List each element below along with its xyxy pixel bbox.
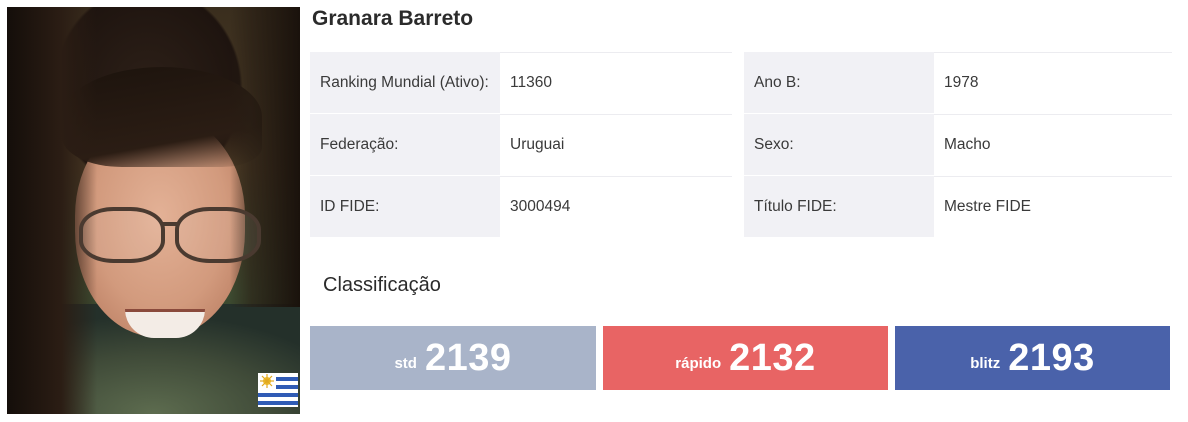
player-info-table: Ranking Mundial (Ativo): 11360 Ano B: 19… <box>310 52 1172 238</box>
std-rating-badge[interactable]: std 2139 <box>310 326 596 390</box>
blitz-rating-label: blitz <box>970 354 1001 372</box>
sex-label: Sexo: <box>744 114 934 175</box>
rapid-rating-value: 2132 <box>729 336 816 379</box>
std-rating-value: 2139 <box>424 336 512 379</box>
player-photo <box>7 7 300 414</box>
sex-value: Macho <box>934 114 1172 175</box>
uruguay-flag-icon <box>258 373 298 407</box>
std-rating-label: std <box>394 354 417 372</box>
fide-id-label: ID FIDE: <box>310 176 500 237</box>
info-row: Federação: Uruguai Sexo: Macho <box>310 114 1172 176</box>
birth-year-value: 1978 <box>934 52 1172 113</box>
info-row: Ranking Mundial (Ativo): 11360 Ano B: 19… <box>310 52 1172 114</box>
player-name: Granara Barreto <box>312 7 474 30</box>
fide-title-label: Título FIDE: <box>744 176 934 237</box>
info-row: ID FIDE: 3000494 Título FIDE: Mestre FID… <box>310 176 1172 238</box>
blitz-rating-value: 2193 <box>1008 336 1095 379</box>
fide-id-value: 3000494 <box>500 176 732 237</box>
blitz-rating-badge[interactable]: blitz 2193 <box>895 326 1170 390</box>
ranking-value: 11360 <box>500 52 732 113</box>
rapid-rating-badge[interactable]: rápido 2132 <box>603 326 888 390</box>
fide-title-value: Mestre FIDE <box>934 176 1172 237</box>
rapid-rating-label: rápido <box>675 354 722 372</box>
federation-label: Federação: <box>310 114 500 175</box>
federation-value: Uruguai <box>500 114 732 175</box>
ranking-label: Ranking Mundial (Ativo): <box>310 52 500 113</box>
birth-year-label: Ano B: <box>744 52 934 113</box>
ratings-title: Classificação <box>323 274 441 296</box>
